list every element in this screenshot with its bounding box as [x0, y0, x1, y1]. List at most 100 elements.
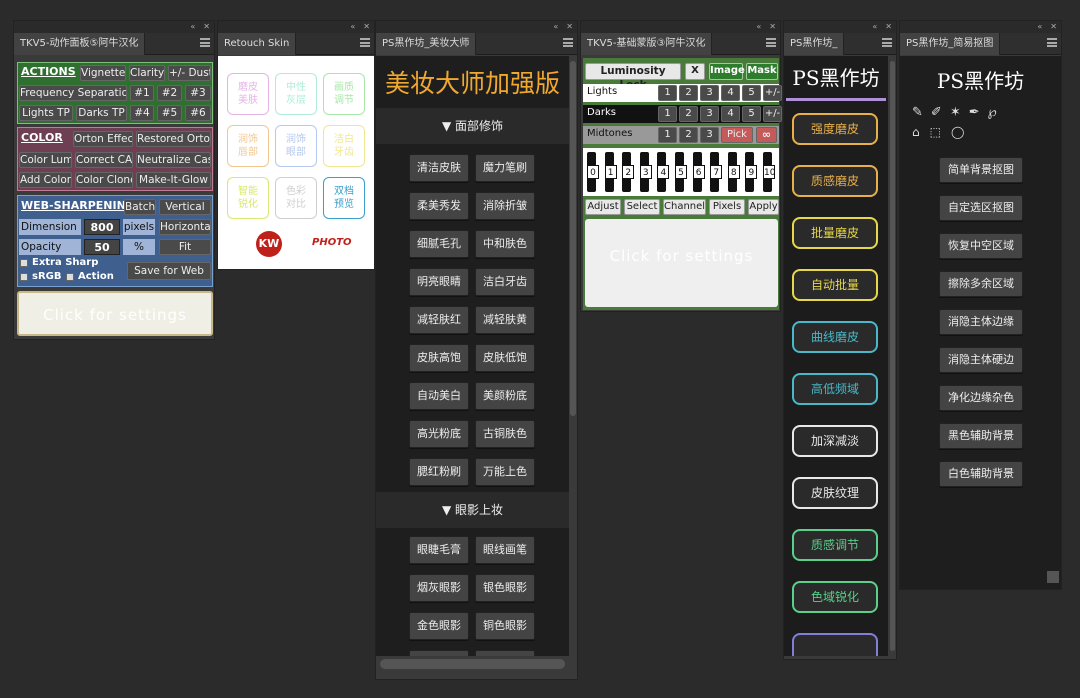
dimension-input[interactable]: 800: [84, 219, 120, 235]
mask-level-button[interactable]: 3: [700, 127, 719, 143]
makeup-face-item[interactable]: 皮肤低饱: [475, 344, 535, 372]
restored-orton-button[interactable]: Restored Orton: [136, 131, 211, 147]
cutout-item[interactable]: 擦除多余区域: [939, 271, 1023, 297]
mask-button[interactable]: Mask: [746, 63, 778, 80]
makeup-face-item[interactable]: 洁白牙齿: [475, 268, 535, 296]
section-eye-header[interactable]: ▼ 眼影上妆: [376, 492, 569, 528]
skin-button-7[interactable]: 智能 锐化: [227, 177, 269, 219]
extra-sharp-checkbox[interactable]: [20, 259, 28, 267]
mask-level-button[interactable]: 5: [742, 85, 761, 101]
darks-tp-button[interactable]: Darks TP: [76, 105, 127, 121]
makeup-face-item[interactable]: 魔力笔刷: [475, 154, 535, 182]
close-icon[interactable]: ✕: [203, 22, 210, 31]
makeup-eye-item[interactable]: 铜色眼影: [475, 612, 535, 640]
panel-menu-icon[interactable]: [1047, 38, 1057, 47]
luminosity-lock-button[interactable]: Luminosity Lock: [585, 63, 681, 91]
makeup-eye-item[interactable]: 紫色眼影: [409, 650, 469, 656]
skin-button-8[interactable]: 色彩 对比: [275, 177, 317, 219]
frequency-separation-button[interactable]: Frequency Separation: [19, 85, 127, 101]
channel-button[interactable]: Channel: [663, 199, 706, 215]
heizuofang-item[interactable]: 质感磨皮: [792, 165, 878, 197]
cutout-item[interactable]: 简单背景抠图: [939, 157, 1023, 183]
heizuofang-item[interactable]: 皮肤纹理: [792, 477, 878, 509]
horizontal-scrollbar[interactable]: [380, 659, 565, 669]
close-icon[interactable]: ✕: [1050, 22, 1057, 31]
magic-wand-icon[interactable]: ✶: [950, 105, 969, 120]
heizuofang-item[interactable]: 加深减淡: [792, 425, 878, 457]
cutout-item[interactable]: 净化边缘杂色: [939, 385, 1023, 411]
color-lum-button[interactable]: Color Lum: [19, 152, 72, 168]
collapse-icon[interactable]: «: [553, 22, 558, 31]
vertical-button[interactable]: Vertical: [159, 199, 211, 215]
web-sharpening-header[interactable]: WEB-SHARPENING: [21, 199, 135, 212]
button-4[interactable]: #4: [130, 105, 154, 121]
pick-button[interactable]: Pick: [721, 127, 753, 143]
panel-menu-icon[interactable]: [360, 38, 370, 47]
skin-button-9[interactable]: 双档 预览: [323, 177, 365, 219]
panel-menu-icon[interactable]: [563, 38, 573, 47]
rect-marquee-icon[interactable]: ⬚: [930, 125, 951, 139]
click-for-settings-area[interactable]: Click for settings: [17, 291, 213, 336]
actions-header[interactable]: ACTIONS: [21, 65, 76, 78]
heizuofang-item-partial[interactable]: [792, 633, 878, 656]
panel-menu-icon[interactable]: [200, 38, 210, 47]
dust-button[interactable]: +/- Dust: [168, 65, 211, 81]
skin-button-2[interactable]: 中性 灰层: [275, 73, 317, 115]
neutralize-cast-button[interactable]: Neutralize Cast: [136, 152, 211, 168]
tab-heizuofang[interactable]: PS黑作坊_: [784, 33, 845, 55]
color-header[interactable]: COLOR: [21, 131, 63, 144]
mask-level-button[interactable]: +/-: [763, 85, 782, 101]
heizuofang-item[interactable]: 色域锐化: [792, 581, 878, 613]
heizuofang-item[interactable]: 质感调节: [792, 529, 878, 561]
makeup-eye-item[interactable]: 绿色眼影: [475, 650, 535, 656]
fit-button[interactable]: Fit: [159, 239, 211, 255]
makeup-face-item[interactable]: 减轻肤红: [409, 306, 469, 334]
makeup-eye-item[interactable]: 银色眼影: [475, 574, 535, 602]
horizontal-button[interactable]: Horizontal: [159, 219, 211, 235]
cutout-item[interactable]: 自定选区抠图: [939, 195, 1023, 221]
mask-level-button[interactable]: 1: [658, 85, 677, 101]
lights-tp-button[interactable]: Lights TP: [19, 105, 73, 121]
makeup-eye-item[interactable]: 金色眼影: [409, 612, 469, 640]
close-icon[interactable]: ✕: [769, 22, 776, 31]
button-6[interactable]: #6: [185, 105, 211, 121]
makeup-face-item[interactable]: 减轻肤黄: [475, 306, 535, 334]
tab-tkv5-base[interactable]: TKV5-基础蒙版③阿牛汉化: [581, 33, 713, 55]
make-it-glow-button[interactable]: Make-It-Glow: [136, 172, 211, 188]
cutout-item[interactable]: 白色辅助背景: [939, 461, 1023, 487]
mask-level-button[interactable]: 1: [658, 127, 677, 143]
vertical-scrollbar[interactable]: [890, 61, 895, 651]
makeup-face-item[interactable]: 明亮眼睛: [409, 268, 469, 296]
orton-effect-button[interactable]: Orton Effect: [73, 131, 133, 147]
makeup-eye-item[interactable]: 眼线画笔: [475, 536, 535, 564]
collapse-icon[interactable]: «: [1037, 22, 1042, 31]
panel-menu-icon[interactable]: [766, 38, 776, 47]
mask-level-button[interactable]: 3: [700, 85, 719, 101]
image-button[interactable]: Image: [709, 63, 745, 80]
apply-button[interactable]: Apply: [748, 199, 779, 215]
makeup-face-item[interactable]: 腮红粉刷: [409, 458, 469, 486]
collapse-icon[interactable]: «: [756, 22, 761, 31]
mask-level-button[interactable]: 4: [721, 85, 740, 101]
skin-button-3[interactable]: 画质 调节: [323, 73, 365, 115]
button-1[interactable]: #1: [130, 85, 154, 101]
opacity-input[interactable]: 50: [84, 239, 120, 255]
color-clone-button[interactable]: Color Clone: [75, 172, 133, 188]
polygon-lasso-icon[interactable]: ⌂: [912, 125, 930, 139]
ellipse-marquee-icon[interactable]: ◯: [951, 125, 974, 139]
tab-makeup-master[interactable]: PS黑作坊_美妆大师: [376, 33, 477, 55]
pen-icon[interactable]: ✒: [969, 105, 988, 120]
cutout-item[interactable]: 消隐主体边缘: [939, 309, 1023, 335]
skin-button-5[interactable]: 润饰 眼部: [275, 125, 317, 167]
makeup-eye-item[interactable]: 烟灰眼影: [409, 574, 469, 602]
resize-grip[interactable]: [1047, 571, 1059, 583]
lasso-icon[interactable]: ℘: [988, 105, 1005, 120]
action-checkbox[interactable]: [66, 273, 74, 281]
mask-level-button[interactable]: 1: [658, 106, 677, 122]
collapse-icon[interactable]: «: [350, 22, 355, 31]
heizuofang-item[interactable]: 高低频域: [792, 373, 878, 405]
vertical-scrollbar[interactable]: [570, 61, 576, 416]
skin-button-1[interactable]: 磨皮 美肤: [227, 73, 269, 115]
tab-simple-cutout[interactable]: PS黑作坊_简易抠图: [900, 33, 1001, 55]
makeup-face-item[interactable]: 细腻毛孔: [409, 230, 469, 258]
